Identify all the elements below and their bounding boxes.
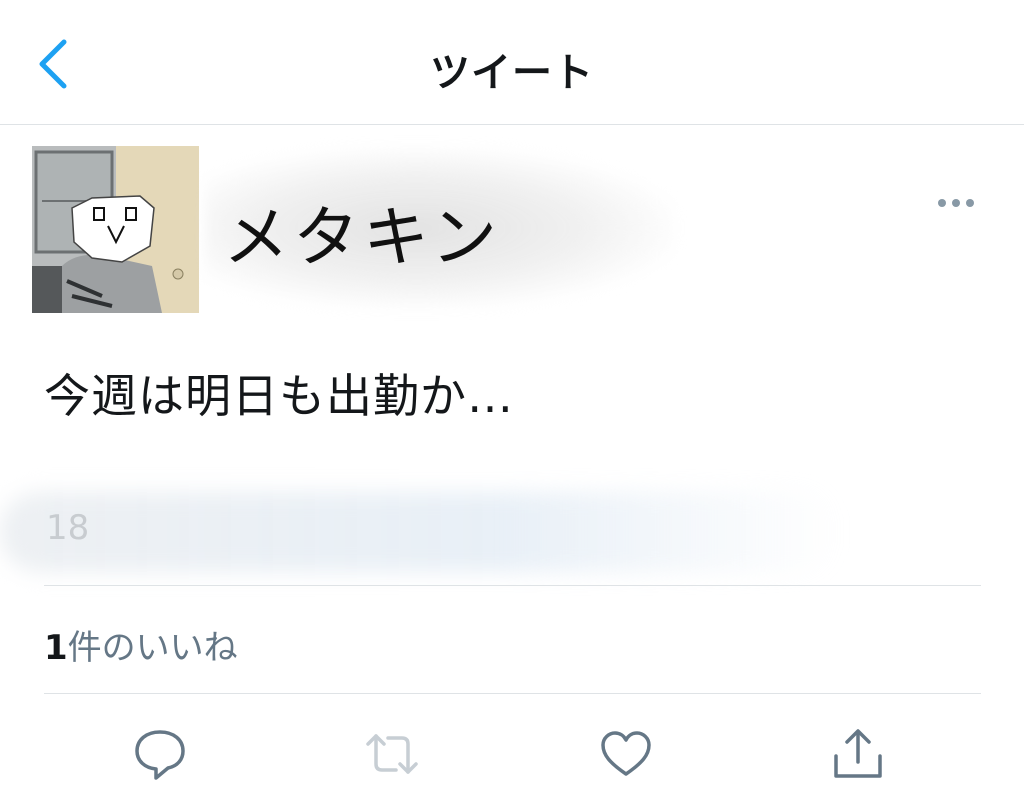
divider xyxy=(44,693,981,694)
more-icon xyxy=(938,199,974,207)
display-name: メタキン xyxy=(223,199,502,276)
page-title: ツイート xyxy=(430,50,594,96)
timestamp-blur-overlay xyxy=(0,492,840,572)
reply-button[interactable] xyxy=(130,724,190,784)
likes-count[interactable]: 1件のいいね xyxy=(44,620,238,669)
retweet-button[interactable] xyxy=(362,724,422,784)
retweet-icon xyxy=(366,734,418,774)
heart-icon xyxy=(601,731,651,776)
like-button[interactable] xyxy=(596,724,656,784)
likes-number: 1 xyxy=(44,628,68,668)
divider xyxy=(44,585,981,586)
display-name-area[interactable]: メタキン xyxy=(205,148,675,308)
nav-bar: ツイート xyxy=(0,0,1024,125)
more-options-button[interactable] xyxy=(934,190,978,216)
share-icon xyxy=(834,729,882,778)
avatar-photo xyxy=(32,146,199,313)
likes-label: 件のいいね xyxy=(67,628,238,668)
timestamp: 18 xyxy=(46,508,90,548)
avatar[interactable] xyxy=(32,146,199,313)
share-button[interactable] xyxy=(828,724,888,784)
reply-icon xyxy=(135,730,185,780)
tweet-text: 今週は明日も出勤か… xyxy=(44,369,514,423)
